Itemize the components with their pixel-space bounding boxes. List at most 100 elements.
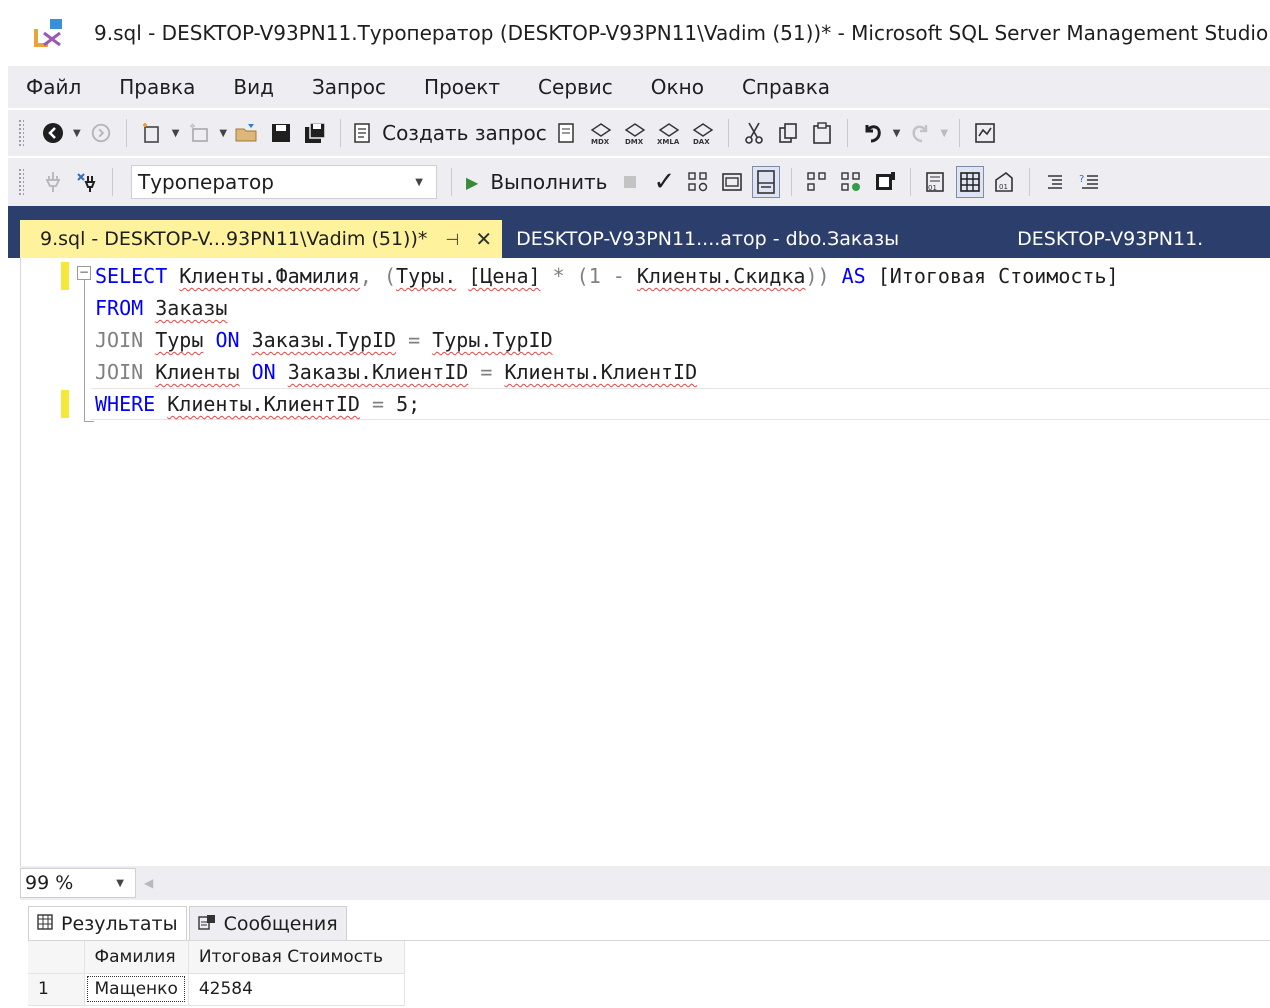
- new-query-button[interactable]: Создать запрос: [352, 117, 547, 149]
- tab-messages[interactable]: Сообщения: [188, 906, 347, 940]
- tab-desktop-server[interactable]: DESKTOP-V93PN11.: [1003, 220, 1217, 258]
- new-query-label: Создать запрос: [382, 121, 547, 145]
- new-query-icon: [354, 123, 370, 143]
- standard-toolbar: ▼ ▼ ▼ Создать запрос MDX DMX XMLA DAX ▼ …: [8, 110, 1270, 156]
- toolbar-separator: [340, 119, 342, 147]
- menu-edit[interactable]: Правка: [119, 75, 195, 99]
- save-icon[interactable]: [267, 117, 295, 149]
- pin-icon[interactable]: ⊣: [445, 230, 459, 249]
- tab-results[interactable]: Результаты: [28, 906, 187, 940]
- zoom-select[interactable]: 99 % ▼: [20, 868, 136, 898]
- code-line-3[interactable]: JOIN Туры ON Заказы.ТурID = Туры.ТурID: [95, 324, 553, 356]
- code-line-1[interactable]: SELECT Клиенты.Фамилия, (Туры. [Цена] * …: [95, 260, 1119, 292]
- grid-cell[interactable]: 42584: [188, 973, 405, 1006]
- forward-icon[interactable]: [87, 117, 115, 149]
- column-header-total-cost[interactable]: Итоговая Стоимость: [188, 941, 405, 974]
- keyword: AS: [841, 264, 866, 288]
- add-item-icon[interactable]: [185, 117, 213, 149]
- alias: [Итоговая Стоимость]: [865, 264, 1119, 288]
- identifier: Заказы: [155, 296, 228, 320]
- new-project-icon[interactable]: [138, 117, 166, 149]
- connect-icon[interactable]: [39, 166, 67, 198]
- scroll-left-icon[interactable]: ◀: [144, 876, 153, 890]
- cut-icon[interactable]: [740, 117, 768, 149]
- results-grid[interactable]: Фамилия Итоговая Стоимость 1 Мащенко 425…: [28, 940, 1270, 1008]
- query-options-icon[interactable]: [718, 166, 746, 198]
- column-header-surname[interactable]: Фамилия: [84, 941, 189, 974]
- toolbar-separator: [125, 119, 127, 147]
- chevron-down-icon[interactable]: ▼: [940, 128, 948, 139]
- chevron-down-icon: ▼: [415, 176, 423, 188]
- menu-query[interactable]: Запрос: [312, 75, 386, 99]
- redo-icon[interactable]: [906, 117, 934, 149]
- results-to-file-icon[interactable]: 01: [990, 166, 1018, 198]
- uncomment-lines-icon[interactable]: ?: [1075, 166, 1103, 198]
- client-statistics-icon[interactable]: [871, 166, 899, 198]
- results-to-text-icon[interactable]: 01: [922, 166, 950, 198]
- menu-bar: Файл Правка Вид Запрос Проект Сервис Окн…: [8, 66, 1270, 108]
- menu-project[interactable]: Проект: [424, 75, 500, 99]
- identifier: Заказы.ТурID: [251, 328, 397, 352]
- stop-icon[interactable]: [616, 166, 644, 198]
- tab-9-sql[interactable]: 9.sql - DESKTOP-V...93PN11\Vadim (51))* …: [20, 220, 503, 258]
- database-engine-query-icon[interactable]: [553, 117, 581, 149]
- menu-tools[interactable]: Сервис: [538, 75, 613, 99]
- tab-label: DESKTOP-V93PN11....атор - dbo.Заказы: [516, 228, 900, 250]
- toolbar-grip[interactable]: [18, 168, 24, 196]
- keyword: ON: [251, 360, 276, 384]
- include-actual-plan-icon[interactable]: [803, 166, 831, 198]
- results-to-grid-icon[interactable]: [956, 166, 985, 198]
- grid-corner-cell[interactable]: [28, 941, 85, 974]
- toolbar-separator: [910, 168, 912, 196]
- menu-window[interactable]: Окно: [651, 75, 704, 99]
- menu-help[interactable]: Справка: [742, 75, 830, 99]
- toolbar-separator: [791, 168, 793, 196]
- menu-view[interactable]: Вид: [233, 75, 274, 99]
- code-line-2[interactable]: FROM Заказы: [95, 292, 227, 324]
- chevron-down-icon[interactable]: ▼: [172, 128, 180, 139]
- code-line-5[interactable]: WHERE Клиенты.КлиентID = 5;: [95, 388, 420, 420]
- code-line-4[interactable]: JOIN Клиенты ON Заказы.КлиентID = Клиент…: [95, 356, 697, 388]
- available-databases-select[interactable]: Туроператор ▼: [131, 165, 437, 199]
- close-icon[interactable]: ✕: [475, 227, 492, 251]
- open-folder-icon[interactable]: [233, 117, 261, 149]
- toolbar-separator: [846, 119, 848, 147]
- tab-orders-table[interactable]: DESKTOP-V93PN11....атор - dbo.Заказы: [502, 220, 913, 258]
- toolbar-separator: [959, 119, 961, 147]
- copy-icon[interactable]: [774, 117, 802, 149]
- mdx-query-icon[interactable]: MDX: [587, 117, 615, 149]
- live-query-statistics-icon[interactable]: [837, 166, 865, 198]
- activity-monitor-icon[interactable]: [971, 117, 999, 149]
- table-row[interactable]: 1 Мащенко 42584: [28, 973, 405, 1006]
- keyword: JOIN: [95, 360, 144, 384]
- selected-database: Туроператор: [138, 170, 274, 194]
- xmla-query-icon[interactable]: XMLA: [655, 117, 683, 149]
- identifier: Клиенты.Скидка: [636, 264, 806, 288]
- intellisense-toggle-icon[interactable]: [752, 166, 781, 198]
- dax-query-icon[interactable]: DAX: [689, 117, 717, 149]
- literal: 5;: [396, 392, 421, 416]
- execute-button[interactable]: ▶ Выполнить: [466, 170, 607, 194]
- query-editor[interactable]: − SELECT Клиенты.Фамилия, (Туры. [Цена] …: [20, 258, 1270, 866]
- chevron-down-icon[interactable]: ▼: [219, 128, 227, 139]
- menu-file[interactable]: Файл: [26, 75, 81, 99]
- comment-lines-icon[interactable]: [1041, 166, 1069, 198]
- operator: =: [480, 360, 493, 384]
- dmx-query-icon[interactable]: DMX: [621, 117, 649, 149]
- change-connection-icon[interactable]: [73, 166, 101, 198]
- identifier: [Цена]: [468, 264, 541, 288]
- chevron-down-icon[interactable]: ▼: [73, 128, 81, 139]
- display-estimated-plan-icon[interactable]: [684, 166, 712, 198]
- save-all-icon[interactable]: [301, 117, 329, 149]
- row-number-cell[interactable]: 1: [28, 973, 85, 1006]
- parse-checkmark-icon[interactable]: ✓: [650, 166, 678, 198]
- ssms-app-icon: [30, 15, 66, 51]
- toolbar-grip[interactable]: [18, 119, 24, 147]
- undo-icon[interactable]: [859, 117, 887, 149]
- svg-text:?: ?: [1079, 174, 1084, 185]
- chevron-down-icon[interactable]: ▼: [893, 128, 901, 139]
- collapse-toggle-icon[interactable]: −: [77, 266, 91, 280]
- grid-cell[interactable]: Мащенко: [84, 973, 189, 1006]
- paste-icon[interactable]: [808, 117, 836, 149]
- back-icon[interactable]: [39, 117, 67, 149]
